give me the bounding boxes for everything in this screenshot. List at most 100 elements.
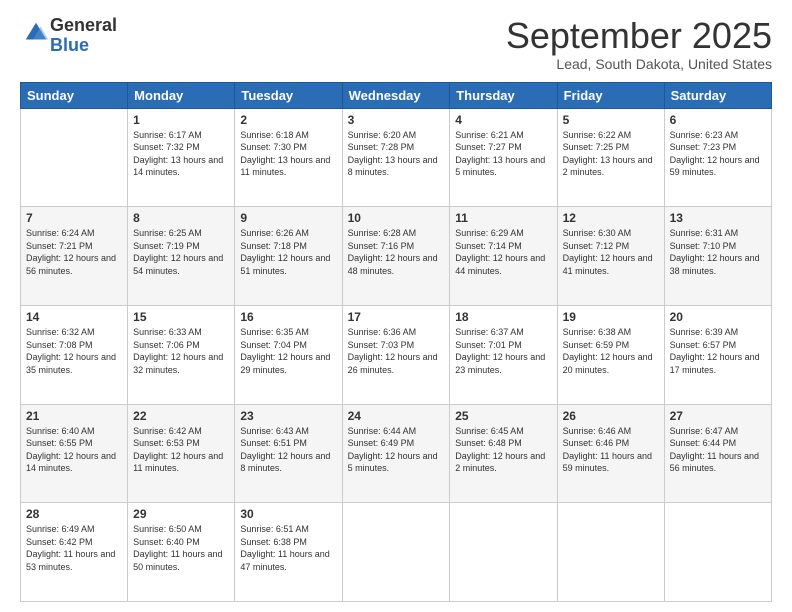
calendar-cell: 15 Sunrise: 6:33 AMSunset: 7:06 PMDayligh… [128, 305, 235, 404]
day-info: Sunrise: 6:17 AMSunset: 7:32 PMDaylight:… [133, 129, 229, 179]
week-row-4: 21 Sunrise: 6:40 AMSunset: 6:55 PMDayligh… [21, 404, 772, 503]
day-info: Sunrise: 6:32 AMSunset: 7:08 PMDaylight:… [26, 326, 122, 376]
day-info: Sunrise: 6:33 AMSunset: 7:06 PMDaylight:… [133, 326, 229, 376]
day-number: 21 [26, 409, 122, 423]
day-number: 13 [670, 211, 766, 225]
day-info: Sunrise: 6:45 AMSunset: 6:48 PMDaylight:… [455, 425, 551, 475]
day-info: Sunrise: 6:43 AMSunset: 6:51 PMDaylight:… [240, 425, 336, 475]
week-row-1: 1Sunrise: 6:17 AMSunset: 7:32 PMDaylight… [21, 108, 772, 207]
day-header-sunday: Sunday [21, 82, 128, 108]
day-header-thursday: Thursday [450, 82, 557, 108]
day-info: Sunrise: 6:31 AMSunset: 7:10 PMDaylight:… [670, 227, 766, 277]
calendar-cell [21, 108, 128, 207]
calendar-cell: 22 Sunrise: 6:42 AMSunset: 6:53 PMDayligh… [128, 404, 235, 503]
calendar-cell: 9 Sunrise: 6:26 AMSunset: 7:18 PMDaylight… [235, 207, 342, 306]
day-info: Sunrise: 6:46 AMSunset: 6:46 PMDaylight:… [563, 425, 659, 475]
calendar-cell: 7Sunrise: 6:24 AMSunset: 7:21 PMDaylight… [21, 207, 128, 306]
day-info: Sunrise: 6:49 AMSunset: 6:42 PMDaylight:… [26, 523, 122, 573]
week-row-3: 14 Sunrise: 6:32 AMSunset: 7:08 PMDayligh… [21, 305, 772, 404]
day-number: 6 [670, 113, 766, 127]
day-number: 8 [133, 211, 229, 225]
week-row-5: 28 Sunrise: 6:49 AMSunset: 6:42 PMDayligh… [21, 503, 772, 602]
day-info: Sunrise: 6:35 AMSunset: 7:04 PMDaylight:… [240, 326, 336, 376]
day-info: Sunrise: 6:47 AMSunset: 6:44 PMDaylight:… [670, 425, 766, 475]
calendar-cell: 4 Sunrise: 6:21 AMSunset: 7:27 PMDaylight… [450, 108, 557, 207]
day-number: 15 [133, 310, 229, 324]
calendar-cell: 10Sunrise: 6:28 AMSunset: 7:16 PMDayligh… [342, 207, 450, 306]
day-info: Sunrise: 6:51 AMSunset: 6:38 PMDaylight:… [240, 523, 336, 573]
location: Lead, South Dakota, United States [506, 56, 772, 72]
day-header-tuesday: Tuesday [235, 82, 342, 108]
day-number: 12 [563, 211, 659, 225]
day-number: 9 [240, 211, 336, 225]
day-number: 17 [348, 310, 445, 324]
calendar-cell: 21 Sunrise: 6:40 AMSunset: 6:55 PMDayligh… [21, 404, 128, 503]
calendar-cell: 25 Sunrise: 6:45 AMSunset: 6:48 PMDayligh… [450, 404, 557, 503]
calendar-cell: 30Sunrise: 6:51 AMSunset: 6:38 PMDayligh… [235, 503, 342, 602]
day-info: Sunrise: 6:24 AMSunset: 7:21 PMDaylight:… [26, 227, 122, 277]
day-number: 14 [26, 310, 122, 324]
day-number: 27 [670, 409, 766, 423]
calendar-cell: 11Sunrise: 6:29 AMSunset: 7:14 PMDayligh… [450, 207, 557, 306]
day-number: 16 [240, 310, 336, 324]
day-info: Sunrise: 6:29 AMSunset: 7:14 PMDaylight:… [455, 227, 551, 277]
day-info: Sunrise: 6:38 AMSunset: 6:59 PMDaylight:… [563, 326, 659, 376]
calendar-cell: 26 Sunrise: 6:46 AMSunset: 6:46 PMDayligh… [557, 404, 664, 503]
logo-icon [22, 19, 50, 47]
day-info: Sunrise: 6:30 AMSunset: 7:12 PMDaylight:… [563, 227, 659, 277]
calendar-cell: 6 Sunrise: 6:23 AMSunset: 7:23 PMDaylight… [664, 108, 771, 207]
logo-blue-text: Blue [50, 35, 89, 55]
day-info: Sunrise: 6:44 AMSunset: 6:49 PMDaylight:… [348, 425, 445, 475]
calendar-table: SundayMondayTuesdayWednesdayThursdayFrid… [20, 82, 772, 602]
day-number: 19 [563, 310, 659, 324]
calendar-cell: 8 Sunrise: 6:25 AMSunset: 7:19 PMDaylight… [128, 207, 235, 306]
calendar-cell: 29 Sunrise: 6:50 AMSunset: 6:40 PMDayligh… [128, 503, 235, 602]
day-number: 26 [563, 409, 659, 423]
header: General Blue September 2025 Lead, South … [20, 16, 772, 72]
day-number: 22 [133, 409, 229, 423]
calendar-cell: 28 Sunrise: 6:49 AMSunset: 6:42 PMDayligh… [21, 503, 128, 602]
calendar-cell: 23 Sunrise: 6:43 AMSunset: 6:51 PMDayligh… [235, 404, 342, 503]
day-info: Sunrise: 6:18 AMSunset: 7:30 PMDaylight:… [240, 129, 336, 179]
calendar-cell [342, 503, 450, 602]
day-number: 28 [26, 507, 122, 521]
day-info: Sunrise: 6:23 AMSunset: 7:23 PMDaylight:… [670, 129, 766, 179]
calendar-cell: 5 Sunrise: 6:22 AMSunset: 7:25 PMDaylight… [557, 108, 664, 207]
day-number: 20 [670, 310, 766, 324]
calendar-cell [450, 503, 557, 602]
calendar-cell: 14 Sunrise: 6:32 AMSunset: 7:08 PMDayligh… [21, 305, 128, 404]
day-header-wednesday: Wednesday [342, 82, 450, 108]
day-info: Sunrise: 6:42 AMSunset: 6:53 PMDaylight:… [133, 425, 229, 475]
day-number: 5 [563, 113, 659, 127]
day-info: Sunrise: 6:25 AMSunset: 7:19 PMDaylight:… [133, 227, 229, 277]
calendar-cell: 13 Sunrise: 6:31 AMSunset: 7:10 PMDayligh… [664, 207, 771, 306]
calendar-cell [664, 503, 771, 602]
day-info: Sunrise: 6:21 AMSunset: 7:27 PMDaylight:… [455, 129, 551, 179]
title-block: September 2025 Lead, South Dakota, Unite… [506, 16, 772, 72]
day-number: 24 [348, 409, 445, 423]
month-title: September 2025 [506, 16, 772, 56]
day-info: Sunrise: 6:26 AMSunset: 7:18 PMDaylight:… [240, 227, 336, 277]
calendar-cell: 27 Sunrise: 6:47 AMSunset: 6:44 PMDayligh… [664, 404, 771, 503]
day-number: 25 [455, 409, 551, 423]
week-row-2: 7Sunrise: 6:24 AMSunset: 7:21 PMDaylight… [21, 207, 772, 306]
calendar-cell: 19 Sunrise: 6:38 AMSunset: 6:59 PMDayligh… [557, 305, 664, 404]
calendar-cell: 2Sunrise: 6:18 AMSunset: 7:30 PMDaylight… [235, 108, 342, 207]
day-header-friday: Friday [557, 82, 664, 108]
day-number: 23 [240, 409, 336, 423]
logo: General Blue [20, 16, 117, 56]
calendar-cell: 16 Sunrise: 6:35 AMSunset: 7:04 PMDayligh… [235, 305, 342, 404]
calendar-cell: 24 Sunrise: 6:44 AMSunset: 6:49 PMDayligh… [342, 404, 450, 503]
day-number: 29 [133, 507, 229, 521]
day-header-saturday: Saturday [664, 82, 771, 108]
calendar-header-row: SundayMondayTuesdayWednesdayThursdayFrid… [21, 82, 772, 108]
day-info: Sunrise: 6:50 AMSunset: 6:40 PMDaylight:… [133, 523, 229, 573]
day-info: Sunrise: 6:37 AMSunset: 7:01 PMDaylight:… [455, 326, 551, 376]
calendar-cell: 3Sunrise: 6:20 AMSunset: 7:28 PMDaylight… [342, 108, 450, 207]
day-info: Sunrise: 6:22 AMSunset: 7:25 PMDaylight:… [563, 129, 659, 179]
day-info: Sunrise: 6:36 AMSunset: 7:03 PMDaylight:… [348, 326, 445, 376]
day-header-monday: Monday [128, 82, 235, 108]
day-info: Sunrise: 6:40 AMSunset: 6:55 PMDaylight:… [26, 425, 122, 475]
day-number: 4 [455, 113, 551, 127]
day-info: Sunrise: 6:20 AMSunset: 7:28 PMDaylight:… [348, 129, 445, 179]
